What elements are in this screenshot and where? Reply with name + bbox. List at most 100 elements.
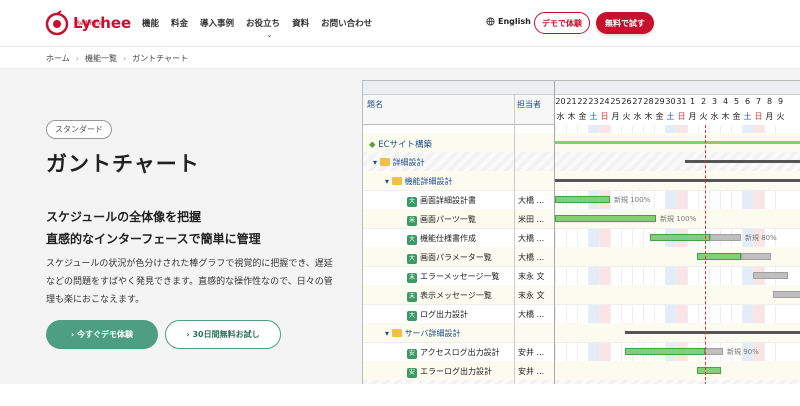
gantt-row[interactable]: 米画面パーツ一覧 米田 ... 新規 100% [363,209,800,229]
gantt-weekday: 日 [754,112,763,121]
assignee-tag-icon: 大 [407,197,417,207]
nav-item-pricing[interactable]: 料金 [171,17,188,29]
column-header-assignee: 担当者 [517,100,541,109]
column-header-name: 題名 [367,100,383,109]
gantt-date: 23 [588,97,599,106]
task-assignee: 大橋 ... [518,196,545,205]
brand-sub: Redmine [76,20,103,27]
gantt-bar[interactable] [555,179,800,182]
task-label: 画面パラメーター覧 [420,253,492,262]
nav-item-documents[interactable]: 資料 [292,17,309,29]
task-assignee: 安井 ... [518,348,545,357]
gantt-row[interactable]: 大ログ出力設計 大橋 ... [363,304,800,324]
gantt-weekday-row: 水木金土日月火水木金土日月火水木金土日月火 [555,111,786,122]
nav-item-contact[interactable]: お問い合わせ [321,17,372,29]
gantt-row[interactable]: 大機能仕様書作成 大橋 ... 新規 80% [363,228,800,248]
breadcrumb-home[interactable]: ホーム [46,53,70,64]
expand-icon[interactable]: ▾ [373,158,380,167]
task-name[interactable]: ▾ 詳細設計 [373,157,425,168]
free-trial-button-header[interactable]: 無料で試す [596,12,654,34]
gantt-row[interactable]: ▾ 詳細設計 [363,152,800,172]
gantt-bar[interactable] [625,331,800,334]
plan-badge: スタンダード [46,120,112,139]
gantt-weekday: 水 [556,112,565,121]
try-demo-button[interactable]: › 今すぐデモ体験 [46,320,158,349]
task-assignee: 大橋 ... [518,310,545,319]
task-name[interactable]: 大画面詳細設計書 [407,195,476,207]
demo-button-header[interactable]: デモで体験 [534,12,590,34]
nav-item-features[interactable]: 機能 [142,17,159,29]
assignee-tag-icon: 米 [407,216,417,226]
task-label: 機能仕様書作成 [420,234,476,243]
gantt-bar[interactable] [555,141,800,144]
gantt-bar[interactable] [555,215,656,222]
gantt-bar[interactable] [697,367,721,374]
gantt-row[interactable]: ▾ 開発 [363,380,800,384]
expand-icon[interactable]: ▾ [385,329,392,338]
task-name[interactable]: ◆ ECサイト構築 [369,138,432,150]
gantt-bar[interactable] [705,348,723,355]
gantt-date: 6 [744,97,751,106]
gantt-bar[interactable] [650,234,710,241]
gantt-bar[interactable] [625,348,705,355]
task-name[interactable]: 大ログ出力設計 [407,309,468,321]
nav-item-resources[interactable]: お役立ち [246,17,280,29]
gantt-bar[interactable] [555,196,610,203]
task-label: 画面詳細設計書 [420,196,476,205]
gantt-weekday: 月 [611,112,620,121]
task-label: エラーメッセージ一覧 [420,272,500,281]
task-assignee: 末永 文 [518,291,545,300]
gantt-weekday: 土 [666,112,675,121]
subtitle-2: 直感的なインターフェースで簡単に管理 [46,232,261,246]
task-name[interactable]: ▾ サーバ詳細設計 [385,328,460,339]
gantt-bar[interactable] [697,253,741,260]
assignee-tag-icon: 大 [407,254,417,264]
gantt-bar[interactable] [710,234,741,241]
chevron-right-icon: › [75,54,79,63]
gantt-date: 9 [777,97,784,106]
gantt-date: 2 [700,97,707,106]
task-name[interactable]: 安アクセスログ出力設計 [407,347,500,359]
task-name[interactable]: ▾ 機能詳細設計 [385,176,453,187]
gantt-weekday: 金 [655,112,664,121]
task-name[interactable]: 大画面パラメーター覧 [407,252,492,264]
gantt-bar[interactable] [685,160,800,163]
gantt-row[interactable]: 安エラーログ出力設計 安井 ... [363,361,800,381]
task-label: 詳細設計 [392,158,425,167]
subtitle-1: スケジュールの全体像を把握 [46,210,202,224]
page-title: ガントチャート [46,152,200,176]
task-name[interactable]: 末エラーメッセージ一覧 [407,271,500,283]
gantt-row[interactable]: ▾ 機能詳細設計 [363,171,800,191]
breadcrumb-features[interactable]: 機能一覧 [85,53,117,64]
gantt-row[interactable]: 末エラーメッセージ一覧 末永 文 [363,266,800,286]
gantt-bar[interactable] [773,291,800,298]
task-label: エラーログ出力設計 [420,367,492,376]
assignee-tag-icon: 大 [407,311,417,321]
globe-icon [486,17,495,26]
free-trial-button[interactable]: › 30日間無料お試し [165,320,281,349]
gantt-row[interactable]: ▾ サーバ詳細設計 [363,323,800,343]
task-label: 表示メッセージ一覧 [420,291,492,300]
gantt-weekday: 火 [699,112,708,121]
gantt-date: 21 [566,97,577,106]
column-divider [514,95,515,384]
gantt-row[interactable]: 大画面パラメーター覧 大橋 ... [363,247,800,267]
gantt-row[interactable]: 末表示メッセージ一覧 末永 文 [363,285,800,305]
gantt-bar[interactable] [741,253,771,260]
gantt-bar[interactable] [753,272,788,279]
task-name[interactable]: 安エラーログ出力設計 [407,366,492,378]
task-name[interactable]: 大機能仕様書作成 [407,233,476,245]
gantt-row[interactable]: ◆ ECサイト構築 [363,133,800,153]
gantt-weekday: 木 [721,112,730,121]
nav-item-cases[interactable]: 導入事例 [200,17,234,29]
language-switch[interactable]: English [486,17,531,26]
expand-icon[interactable]: ▾ [385,177,392,186]
task-name[interactable]: 末表示メッセージ一覧 [407,290,492,302]
task-label: サーバ詳細設計 [404,329,461,338]
folder-icon [379,158,390,166]
task-name[interactable]: 米画面パーツ一覧 [407,214,476,226]
gantt-weekday: 水 [633,112,642,121]
gantt-date: 20 [555,97,566,106]
gantt-row[interactable]: 大画面詳細設計書 大橋 ... 新規 100% [363,190,800,210]
gantt-row[interactable]: 安アクセスログ出力設計 安井 ... 新規 90% [363,342,800,362]
